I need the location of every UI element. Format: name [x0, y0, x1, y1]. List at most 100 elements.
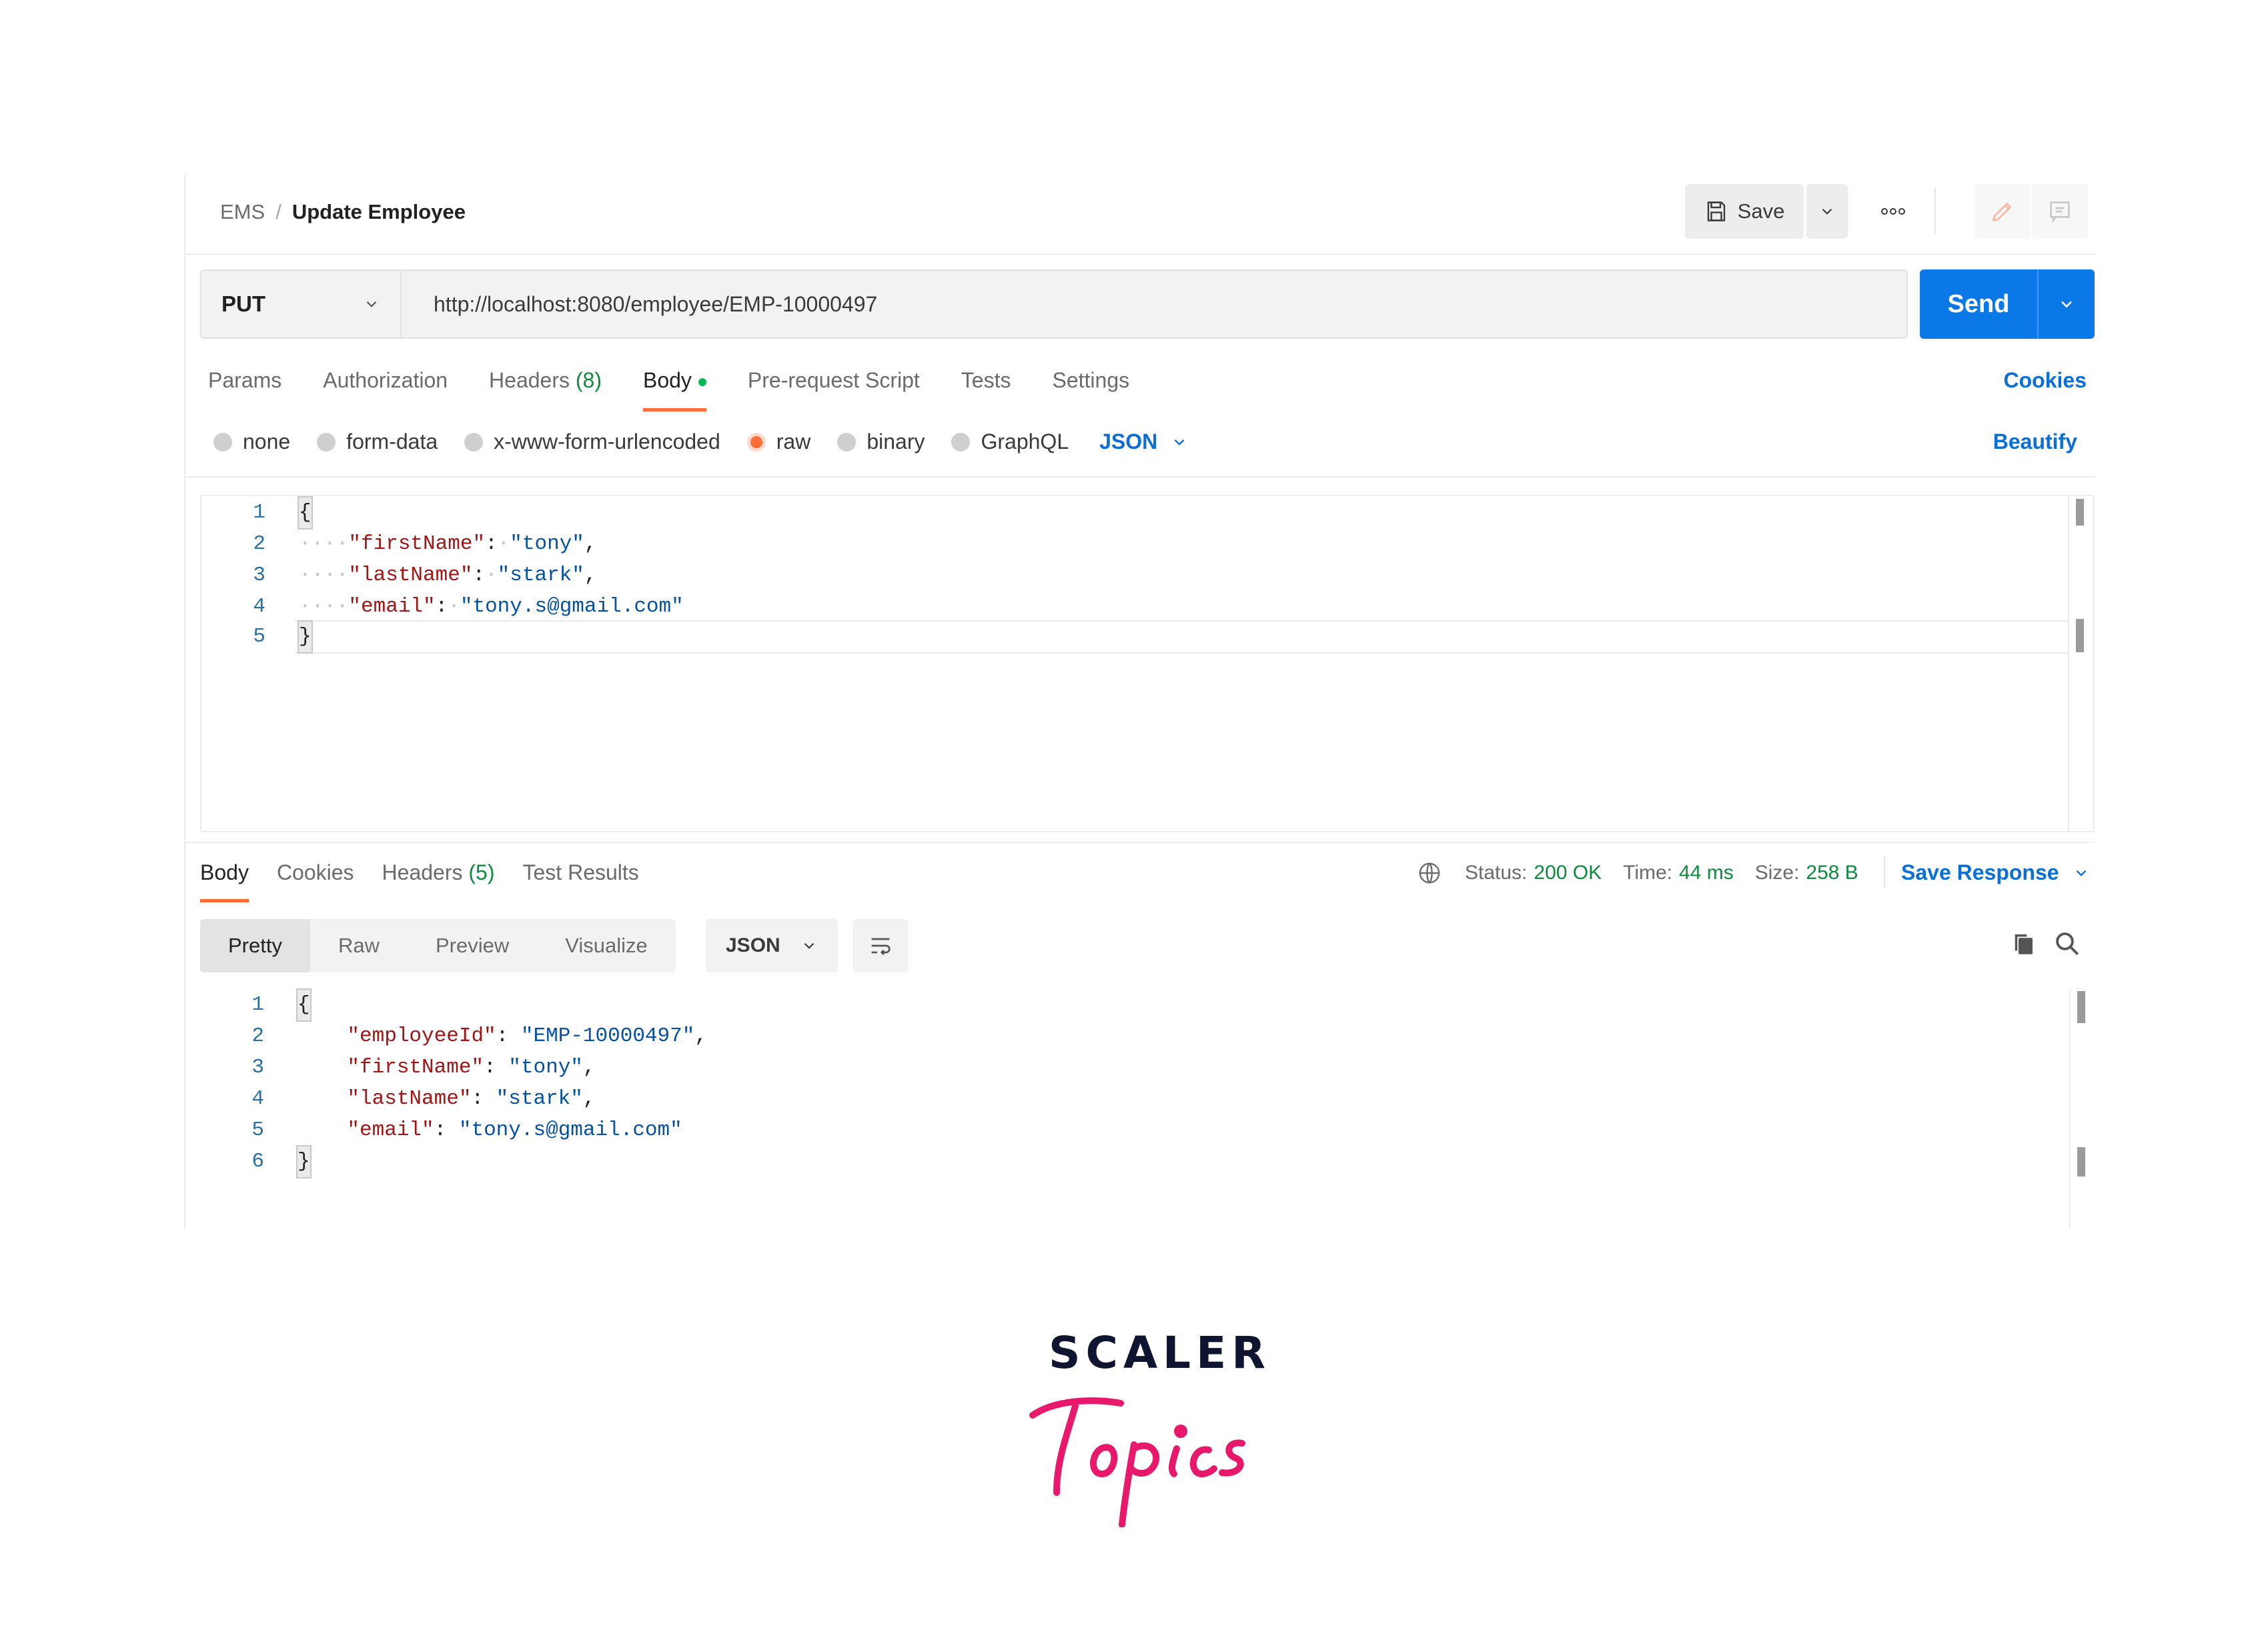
scaler-topics-logo: SCALER — [1027, 1327, 1265, 1527]
response-format-select[interactable]: JSON — [706, 919, 838, 972]
raw-format-select[interactable]: JSON — [1099, 430, 1188, 454]
radio-binary-label: binary — [867, 430, 925, 454]
line-number: 2 — [251, 1024, 264, 1048]
line-number: 2 — [253, 532, 265, 556]
status-value[interactable]: 200 OK — [1534, 862, 1602, 884]
more-options-icon — [1881, 208, 1905, 215]
code-line: 5 } — [201, 620, 2093, 654]
radio-form-data-label: form-data — [346, 430, 438, 454]
tab-pre-request-script[interactable]: Pre-request Script — [748, 368, 920, 393]
radio-binary[interactable]: binary — [837, 430, 925, 454]
logo-scaler-text: SCALER — [1049, 1327, 1271, 1379]
response-tab-headers[interactable]: Headers (5) — [382, 860, 495, 885]
copy-icon — [2015, 934, 2033, 954]
code-text: ····"firstName":·"tony", — [299, 532, 597, 556]
response-tab-test-results[interactable]: Test Results — [523, 860, 639, 885]
tab-params[interactable]: Params — [208, 368, 281, 393]
line-number: 4 — [253, 595, 265, 618]
search-icon — [2056, 932, 2079, 956]
response-tab-body[interactable]: Body — [200, 860, 249, 902]
tab-headers[interactable]: Headers (8) — [489, 368, 602, 393]
save-options-button[interactable] — [1806, 184, 1848, 239]
code-text: "email": "tony.s@gmail.com" — [347, 1118, 682, 1142]
json-value: "tony.s@gmail.com" — [458, 1118, 682, 1142]
radio-raw[interactable]: raw — [746, 430, 811, 454]
scrollbar-marker — [2076, 619, 2084, 652]
response-tab-cookies[interactable]: Cookies — [277, 860, 354, 885]
globe-icon[interactable] — [1417, 860, 1442, 886]
response-body-viewer[interactable]: 1 { 2 "employeeId": "EMP-10000497", 3 "f… — [200, 988, 2095, 1229]
radio-graphql[interactable]: GraphQL — [951, 430, 1069, 454]
json-value: "tony" — [510, 532, 584, 556]
response-headers-count: (5) — [468, 860, 495, 884]
view-preview[interactable]: Preview — [408, 919, 537, 972]
save-label: Save — [1737, 199, 1785, 223]
json-key: "email" — [347, 1118, 434, 1142]
save-icon — [1707, 201, 1725, 221]
line-number: 5 — [251, 1118, 264, 1142]
radio-circle — [317, 432, 336, 452]
code-line: 6 } — [200, 1145, 2095, 1178]
request-title[interactable]: Update Employee — [292, 200, 466, 224]
radio-none[interactable]: none — [213, 430, 290, 454]
editor-scrollbar[interactable] — [2068, 496, 2093, 831]
wrap-lines-button[interactable] — [853, 919, 909, 972]
edit-button[interactable] — [1974, 184, 2031, 239]
json-value: "tony.s@gmail.com" — [460, 595, 684, 618]
logo-topics-script — [1029, 1397, 1245, 1527]
size-label: Size: — [1754, 862, 1800, 884]
raw-format-label: JSON — [1099, 430, 1158, 454]
copy-button[interactable] — [2009, 930, 2037, 961]
method-select[interactable]: PUT — [200, 269, 402, 339]
tab-tests[interactable]: Tests — [961, 368, 1011, 393]
tab-authorization[interactable]: Authorization — [323, 368, 448, 393]
json-value: "tony" — [508, 1056, 583, 1079]
code-line: 3 ····"lastName":·"stark", — [201, 560, 2093, 591]
time-value[interactable]: 44 ms — [1679, 862, 1734, 884]
code-text: } — [296, 1145, 312, 1178]
radio-form-data[interactable]: form-data — [317, 430, 438, 454]
size-value[interactable]: 258 B — [1806, 862, 1858, 884]
code-line: 4 ····"email":·"tony.s@gmail.com" — [201, 592, 2093, 622]
postman-app: EMS / Update Employee Save PUT http://lo… — [184, 175, 2095, 1229]
response-scrollbar[interactable] — [2069, 990, 2095, 1229]
view-raw[interactable]: Raw — [310, 919, 408, 972]
json-value: "EMP-10000497" — [520, 1024, 695, 1048]
response-format-label: JSON — [726, 934, 780, 956]
line-number: 6 — [251, 1150, 264, 1173]
scrollbar-thumb[interactable] — [2076, 499, 2084, 526]
cookies-link[interactable]: Cookies — [2004, 368, 2087, 393]
send-label: Send — [1947, 289, 2010, 318]
save-response-button[interactable]: Save Response — [1901, 860, 2090, 885]
more-options-button[interactable] — [1873, 197, 1913, 225]
radio-raw-label: raw — [776, 430, 811, 454]
code-text: ····"email":·"tony.s@gmail.com" — [299, 595, 684, 618]
tab-body[interactable]: Body — [642, 368, 706, 412]
radio-urlencoded[interactable]: x-www-form-urlencoded — [464, 430, 720, 454]
response-tab-headers-label: Headers — [382, 860, 463, 884]
save-button[interactable]: Save — [1685, 184, 1804, 239]
send-options-button[interactable] — [2039, 295, 2095, 313]
view-pretty[interactable]: Pretty — [200, 919, 310, 972]
breadcrumb-collection[interactable]: EMS — [220, 200, 265, 224]
response-tabs: Body Cookies Headers (5) Test Results — [200, 860, 667, 902]
json-value: "stark" — [497, 564, 584, 587]
breadcrumb-separator: / — [275, 200, 281, 223]
url-text: http://localhost:8080/employee/EMP-10000… — [434, 291, 878, 316]
send-button[interactable]: Send — [1920, 269, 2095, 339]
chevron-down-icon — [804, 942, 814, 949]
comments-button[interactable] — [2032, 184, 2088, 239]
code-text: { — [296, 988, 312, 1022]
view-visualize[interactable]: Visualize — [537, 919, 676, 972]
brace-open: { — [298, 496, 313, 530]
beautify-link[interactable]: Beautify — [1993, 430, 2077, 454]
radio-graphql-label: GraphQL — [981, 430, 1069, 454]
line-number: 4 — [251, 1087, 264, 1110]
tab-settings[interactable]: Settings — [1052, 368, 1129, 393]
brace-close: } — [296, 1145, 312, 1178]
url-input[interactable]: http://localhost:8080/employee/EMP-10000… — [402, 269, 1908, 339]
save-response-label: Save Response — [1901, 860, 2059, 884]
scrollbar-thumb[interactable] — [2077, 991, 2085, 1023]
search-button[interactable] — [2053, 930, 2081, 961]
request-body-editor[interactable]: 1 { 2 ····"firstName":·"tony", 3 ····"la… — [200, 495, 2095, 832]
